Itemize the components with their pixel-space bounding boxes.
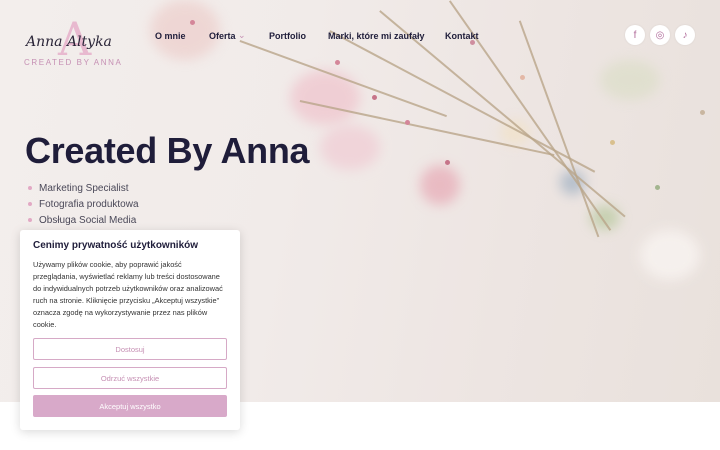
flower-decoration — [600, 60, 660, 100]
service-label: Fotografia produktowa — [39, 198, 139, 210]
blossom-dot — [445, 160, 450, 165]
flower-decoration — [150, 0, 220, 60]
nav-item-o-mnie[interactable]: O mnie — [155, 31, 186, 41]
site-logo[interactable]: A Anna Altyka CREATED BY ANNA — [24, 14, 128, 70]
hero-title: Created By Anna — [25, 130, 310, 171]
flower-decoration — [290, 70, 360, 125]
instagram-icon[interactable]: ◎ — [650, 25, 670, 45]
flower-decoration — [420, 165, 460, 205]
bullet-icon — [28, 202, 32, 206]
blossom-dot — [520, 75, 525, 80]
blossom-dot — [700, 110, 705, 115]
bullet-icon — [28, 186, 32, 190]
nav-item-portfolio[interactable]: Portfolio — [269, 31, 306, 41]
nav-item-marki[interactable]: Marki, które mi zaufały — [328, 31, 425, 41]
accept-all-button[interactable]: Akceptuj wszystko — [33, 395, 227, 417]
nav-item-kontakt[interactable]: Kontakt — [445, 31, 479, 41]
nav-item-oferta[interactable]: Oferta — [209, 31, 236, 41]
list-item: Marketing Specialist — [28, 180, 139, 196]
blossom-dot — [405, 120, 410, 125]
flower-decoration — [640, 230, 700, 280]
cookie-consent-dialog: Cenimy prywatność użytkowników Używamy p… — [20, 230, 240, 430]
facebook-icon[interactable]: f — [625, 25, 645, 45]
customize-button[interactable]: Dostosuj — [33, 338, 227, 360]
blossom-dot — [335, 60, 340, 65]
blossom-dot — [190, 20, 195, 25]
cookie-description: Używamy plików cookie, aby poprawić jako… — [33, 260, 223, 329]
stem-decoration — [379, 10, 626, 218]
service-label: Obsługa Social Media — [39, 214, 137, 226]
cookie-title: Cenimy prywatność użytkowników — [33, 240, 199, 251]
services-list: Marketing Specialist Fotografia produkto… — [28, 180, 139, 228]
stem-decoration — [519, 20, 600, 238]
list-item: Fotografia produktowa — [28, 196, 139, 212]
tiktok-icon[interactable]: ♪ — [675, 25, 695, 45]
list-item: Obsługa Social Media — [28, 212, 139, 228]
chevron-down-icon[interactable]: ⌄ — [238, 30, 246, 41]
blossom-dot — [655, 185, 660, 190]
logo-subtitle: CREATED BY ANNA — [24, 58, 123, 67]
blossom-dot — [372, 95, 377, 100]
service-label: Marketing Specialist — [39, 182, 129, 194]
flower-decoration — [320, 125, 380, 170]
logo-signature: Anna Altyka — [26, 34, 112, 50]
reject-all-button[interactable]: Odrzuć wszystkie — [33, 367, 227, 389]
blossom-dot — [610, 140, 615, 145]
bullet-icon — [28, 218, 32, 222]
